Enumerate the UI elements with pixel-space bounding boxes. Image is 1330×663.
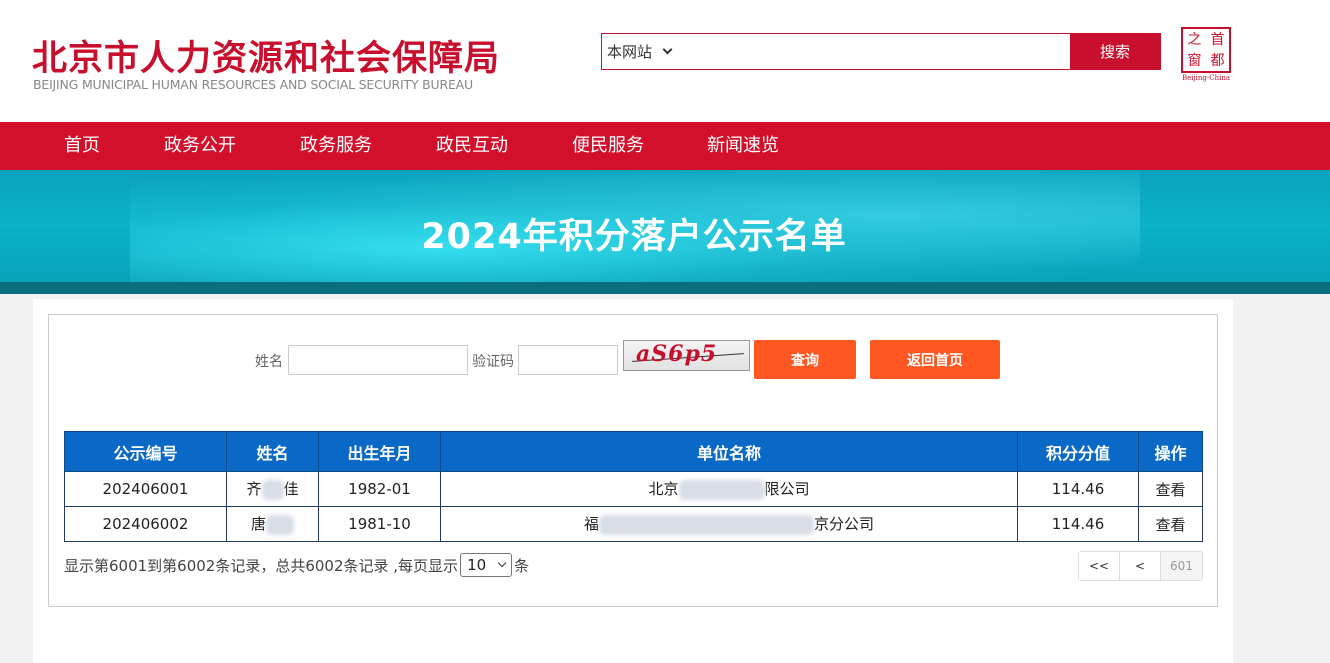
redaction-blur <box>261 479 284 500</box>
table-row: 202406001 齐佳 1982-01 北京 限公司 114.46 查看 <box>64 471 1203 507</box>
cell-name: 唐 <box>226 506 319 542</box>
company-visible-end: 京分公司 <box>814 515 875 534</box>
banner-stripe <box>0 282 1330 294</box>
cell-score: 114.46 <box>1017 471 1139 507</box>
cell-score: 114.46 <box>1017 506 1139 542</box>
nav-item-public-services[interactable]: 便民服务 <box>572 122 644 170</box>
name-label: 姓名 <box>255 354 283 370</box>
nav-item-interaction[interactable]: 政民互动 <box>436 122 508 170</box>
captcha-input[interactable] <box>518 345 618 375</box>
cell-company: 北京 限公司 <box>440 471 1018 507</box>
chevron-down-icon <box>662 44 673 55</box>
col-header-action: 操作 <box>1138 431 1203 472</box>
search-scope-label: 本网站 <box>607 43 653 61</box>
nav-item-gov-services[interactable]: 政务服务 <box>300 122 372 170</box>
company-visible-start: 福 <box>583 515 599 534</box>
name-visible-end: 佳 <box>283 480 299 499</box>
redaction-blur <box>599 514 814 535</box>
pagination-suffix: 条 <box>514 556 530 575</box>
page-banner: 2024年积分落户公示名单 <box>0 170 1330 294</box>
name-visible-start: 唐 <box>250 515 266 534</box>
capital-logo-char: 之 <box>1187 31 1202 48</box>
col-header-id[interactable]: 公示编号 <box>64 431 227 472</box>
view-link[interactable]: 查看 <box>1138 506 1203 542</box>
capital-logo-char: 首 <box>1210 31 1225 48</box>
content-area: 姓名 验证码 aS6p5 查询 返回首页 公示编号 姓名 出生年月 单位名称 积… <box>33 299 1233 663</box>
name-visible-start: 齐 <box>246 480 262 499</box>
cell-company: 福 京分公司 <box>440 506 1018 542</box>
col-header-score[interactable]: 积分分值 <box>1017 431 1139 472</box>
captcha-label: 验证码 <box>472 354 514 370</box>
capital-logo-char: 都 <box>1210 52 1225 69</box>
col-header-name[interactable]: 姓名 <box>226 431 319 472</box>
table-header-row: 公示编号 姓名 出生年月 单位名称 积分分值 操作 <box>64 431 1203 472</box>
site-title-en: BEIJING MUNICIPAL HUMAN RESOURCES AND SO… <box>33 77 473 92</box>
cell-id: 202406001 <box>64 471 227 507</box>
pagination: << < 601 <box>1078 551 1203 581</box>
pagination-info: 显示第6001到第6002条记录，总共6002条记录 ,每页显示 10 条 <box>64 553 529 577</box>
page-size-value: 10 <box>467 556 487 574</box>
captcha-text: aS6p5 <box>636 341 718 367</box>
chevron-down-icon <box>497 558 507 568</box>
captcha-image[interactable]: aS6p5 <box>623 340 750 371</box>
capital-window-logo[interactable]: 之 首 窗 都 Beijing-China <box>1178 27 1234 85</box>
col-header-company[interactable]: 单位名称 <box>440 431 1018 472</box>
search-scope-select[interactable]: 本网站 <box>602 34 692 69</box>
capital-logo-box: 之 首 窗 都 <box>1181 27 1231 73</box>
capital-logo-char: 窗 <box>1187 52 1202 69</box>
results-table: 公示编号 姓名 出生年月 单位名称 积分分值 操作 202406001 齐佳 1… <box>64 431 1203 542</box>
query-button[interactable]: 查询 <box>754 340 856 379</box>
search-button[interactable]: 搜索 <box>1070 34 1160 69</box>
cell-birth: 1982-01 <box>318 471 441 507</box>
nav-item-gov-affairs[interactable]: 政务公开 <box>164 122 236 170</box>
redaction-blur <box>678 479 765 500</box>
redaction-blur <box>266 514 294 535</box>
capital-logo-en: Beijing-China <box>1181 74 1231 82</box>
pagination-summary: 显示第6001到第6002条记录，总共6002条记录 ,每页显示 <box>64 556 459 575</box>
cell-name: 齐佳 <box>226 471 319 507</box>
name-input[interactable] <box>288 345 468 375</box>
page-title: 2024年积分落户公示名单 <box>421 217 847 257</box>
view-link[interactable]: 查看 <box>1138 471 1203 507</box>
search-input[interactable] <box>692 34 1070 69</box>
home-button[interactable]: 返回首页 <box>870 340 1000 379</box>
site-header: 北京市人力资源和社会保障局 BEIJING MUNICIPAL HUMAN RE… <box>0 0 1330 122</box>
list-panel: 姓名 验证码 aS6p5 查询 返回首页 公示编号 姓名 出生年月 单位名称 积… <box>48 314 1218 607</box>
current-page: 601 <box>1161 552 1202 580</box>
prev-page-button[interactable]: < <box>1120 552 1161 580</box>
site-title[interactable]: 北京市人力资源和社会保障局 <box>32 30 500 81</box>
first-page-button[interactable]: << <box>1079 552 1120 580</box>
main-nav: 首页 政务公开 政务服务 政民互动 便民服务 新闻速览 <box>0 122 1330 170</box>
company-visible-end: 限公司 <box>764 480 810 499</box>
nav-item-home[interactable]: 首页 <box>64 122 100 170</box>
search-box: 本网站 搜索 <box>601 33 1161 70</box>
cell-id: 202406002 <box>64 506 227 542</box>
table-row: 202406002 唐 1981-10 福 京分公司 114.46 查看 <box>64 506 1203 542</box>
col-header-birth[interactable]: 出生年月 <box>318 431 441 472</box>
company-visible-start: 北京 <box>648 480 679 499</box>
page-size-select[interactable]: 10 <box>460 553 513 577</box>
nav-item-news[interactable]: 新闻速览 <box>707 122 779 170</box>
cell-birth: 1981-10 <box>318 506 441 542</box>
